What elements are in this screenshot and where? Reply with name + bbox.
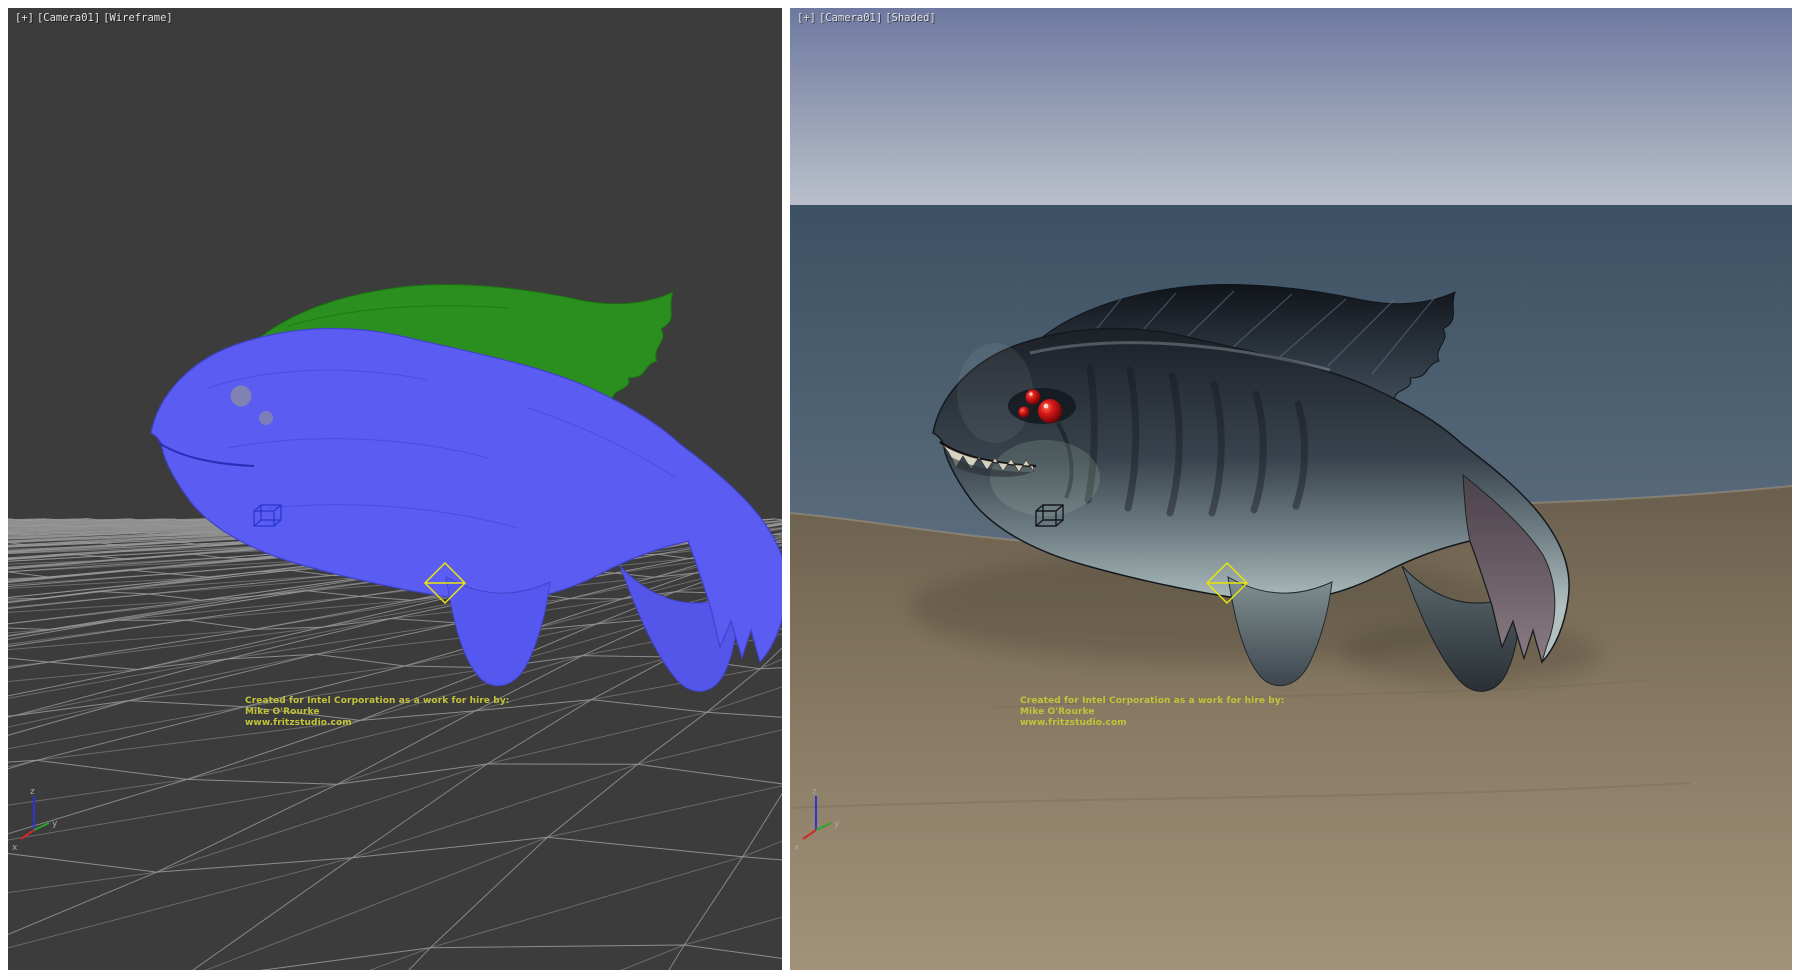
sky [790,8,1792,206]
axis-x-label: x [12,843,18,853]
viewport-layout: z x y [+] [Camera01] [Wireframe] Created… [0,0,1800,978]
axis-x-label: x [794,843,800,853]
annotation-line-2: Mike O'Rourke [1020,707,1285,718]
axis-z-label: z [30,787,35,797]
annotation-line-3: www.fritzstudio.com [245,718,510,729]
scene-annotation: Created for Intel Corporation as a work … [245,696,510,729]
annotation-line-1: Created for Intel Corporation as a work … [245,696,510,707]
viewport-menu-pov[interactable]: [Camera01] [37,12,100,24]
annotation-line-2: Mike O'Rourke [245,707,510,718]
scene-annotation: Created for Intel Corporation as a work … [1020,696,1285,729]
annotation-line-1: Created for Intel Corporation as a work … [1020,696,1285,707]
viewport-menu-shading[interactable]: [Shaded] [885,12,936,24]
viewport-menu-shading[interactable]: [Wireframe] [103,12,173,24]
fish-eye-specular [1044,404,1049,409]
fish-eye-red [1038,399,1062,423]
axis-y-label: y [52,819,58,829]
wireframe-scene: z x y [8,8,782,970]
annotation-line-3: www.fritzstudio.com [1020,718,1285,729]
viewport-label: [+] [Camera01] [Shaded] [797,12,936,24]
axis-z-label: z [812,787,817,797]
fish-eye-red [1026,390,1041,405]
viewport-menu-general[interactable]: [+] [797,12,816,24]
viewport-menu-pov[interactable]: [Camera01] [819,12,882,24]
fish-eye-spot [231,386,252,407]
shaded-scene: z x y [790,8,1792,970]
viewport-menu-general[interactable]: [+] [15,12,34,24]
fish-eye-specular [1029,392,1032,395]
fish-eye-red [1019,407,1030,418]
viewport-label: [+] [Camera01] [Wireframe] [15,12,173,24]
axis-y-label: y [834,819,840,829]
viewport-wireframe[interactable]: z x y [+] [Camera01] [Wireframe] Created… [8,8,782,970]
viewport-shaded[interactable]: z x y [+] [Camera01] [Shaded] Created fo… [790,8,1792,970]
fish-eye-spot [259,411,273,425]
